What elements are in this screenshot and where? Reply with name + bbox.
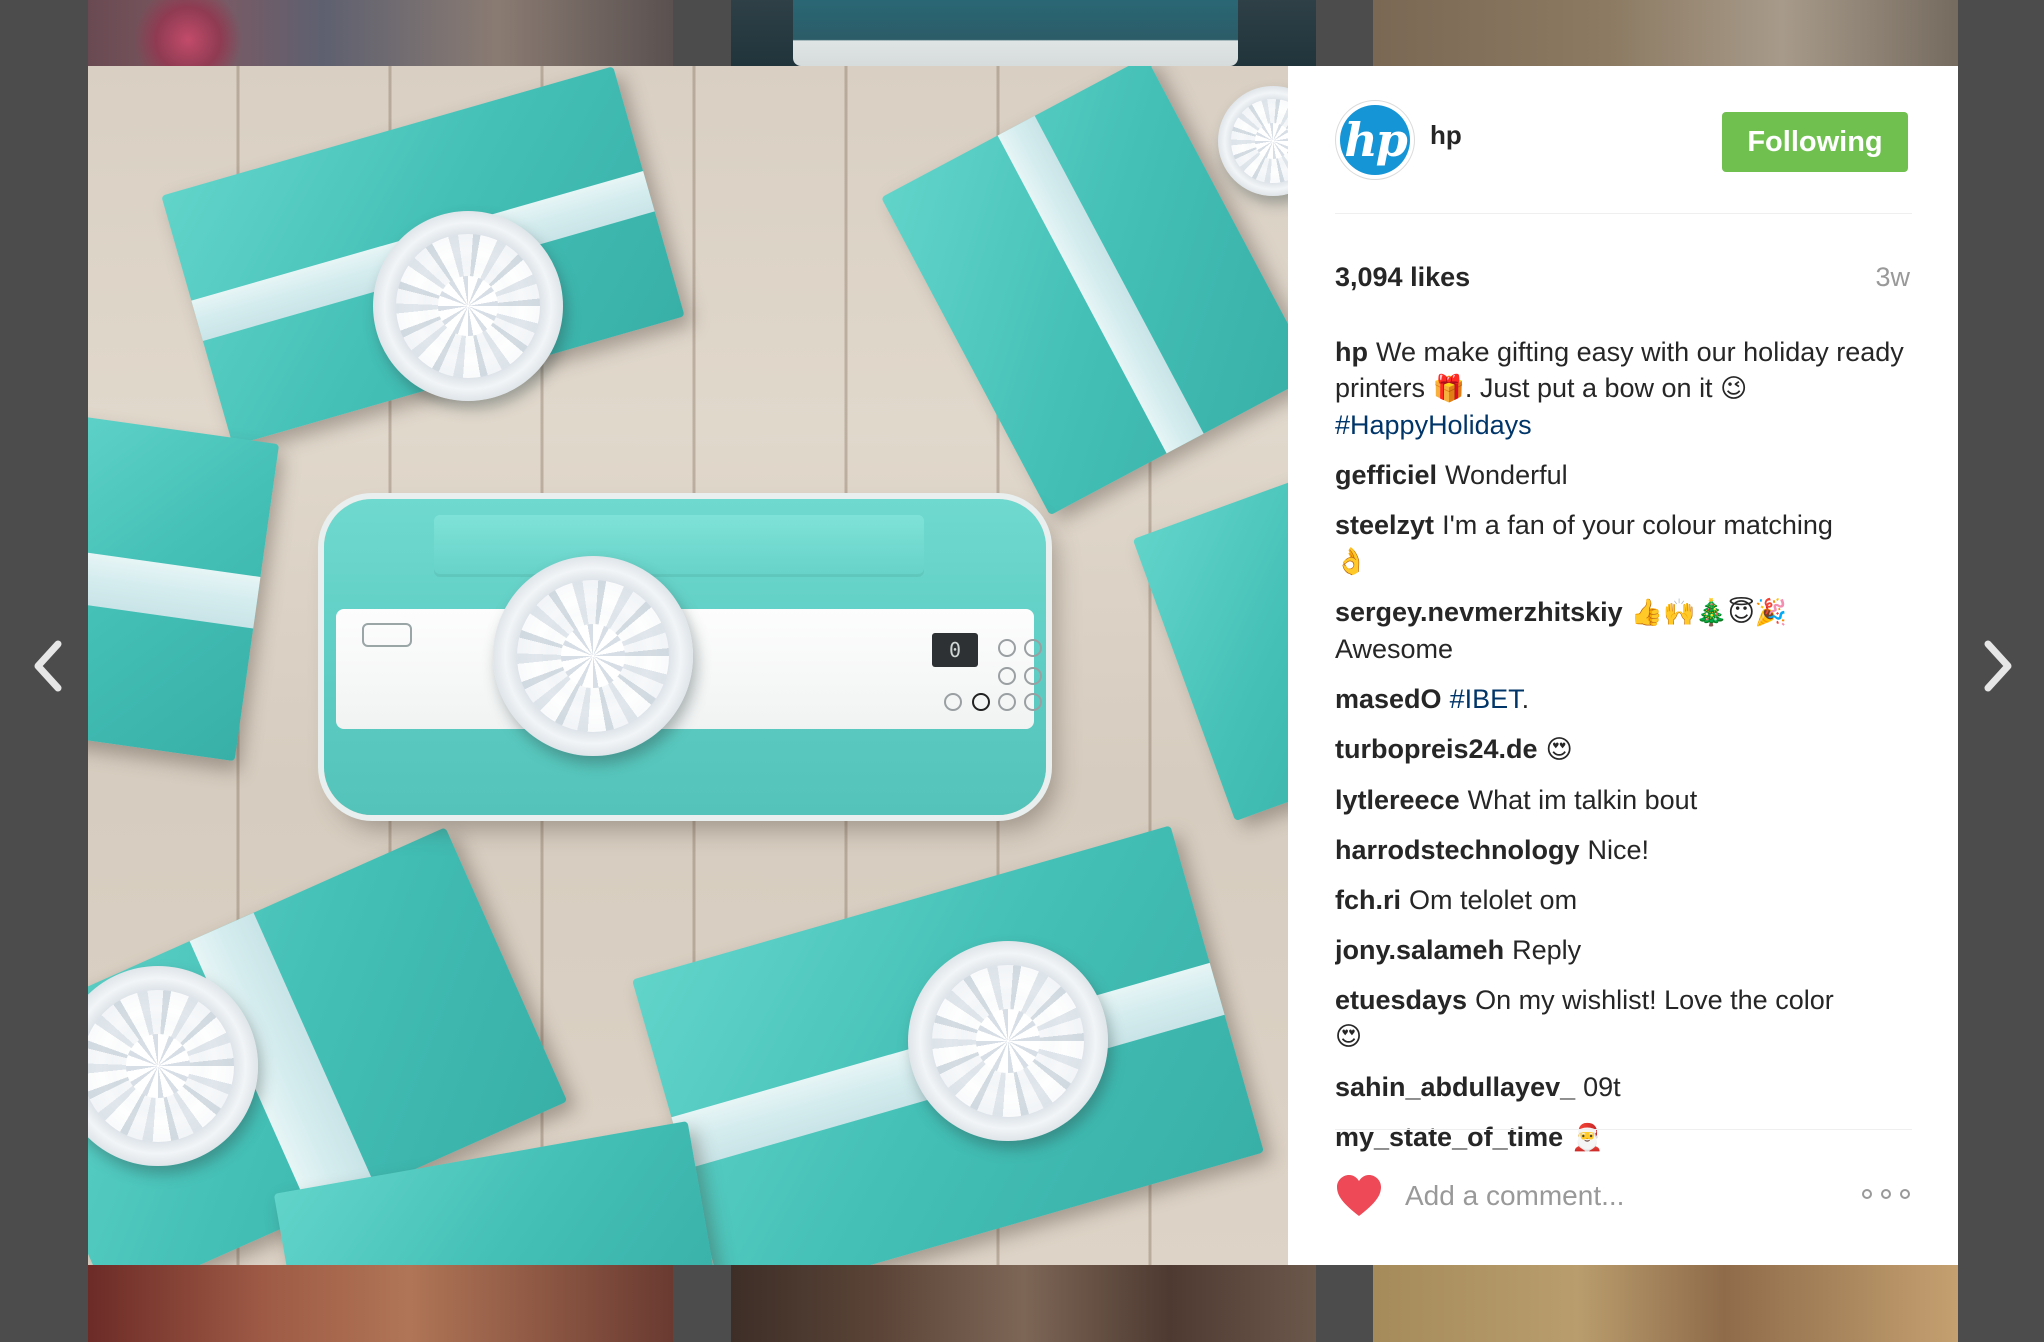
comment-username[interactable]: jony.salameh bbox=[1335, 935, 1504, 965]
post-sidebar: hp hp Following 3,094 likes 3w hp We make… bbox=[1288, 66, 1958, 1265]
comment: etuesdays On my wishlist! Love the color … bbox=[1335, 982, 1915, 1055]
like-button[interactable] bbox=[1335, 1174, 1383, 1218]
post-modal: 0 hp hp Following 3,094 likes 3w hp We m… bbox=[88, 66, 1958, 1265]
caption: hp We make gifting easy with our holiday … bbox=[1335, 334, 1915, 443]
post-photo[interactable]: 0 bbox=[88, 66, 1288, 1265]
emoji: 👌 bbox=[1335, 547, 1368, 577]
comment-username[interactable]: fch.ri bbox=[1335, 885, 1401, 915]
following-button[interactable]: Following bbox=[1722, 112, 1908, 172]
comment: gefficiel Wonderful bbox=[1335, 457, 1915, 493]
comment-username[interactable]: sergey.nevmerzhitskiy bbox=[1335, 597, 1623, 627]
hashtag-link[interactable]: #HappyHolidays bbox=[1335, 410, 1532, 440]
avatar[interactable]: hp bbox=[1335, 100, 1415, 180]
comment: lytlereece What im talkin bout bbox=[1335, 782, 1915, 818]
comment-username[interactable]: turbopreis24.de bbox=[1335, 734, 1538, 764]
comment-list[interactable]: hp We make gifting easy with our holiday … bbox=[1335, 334, 1915, 1204]
comment-username[interactable]: hp bbox=[1335, 337, 1368, 367]
comment-text: . bbox=[1521, 684, 1530, 714]
emoji: 😉 bbox=[1720, 374, 1748, 404]
comment-text: I'm a fan of your colour matching bbox=[1442, 510, 1833, 540]
hashtag-link[interactable]: #IBET bbox=[1450, 684, 1522, 714]
comment-text: What im talkin bout bbox=[1467, 785, 1698, 815]
printer-display: 0 bbox=[932, 633, 978, 667]
previous-post-button[interactable] bbox=[28, 638, 68, 694]
comment-username[interactable]: lytlereece bbox=[1335, 785, 1460, 815]
emoji: 😍 bbox=[1545, 735, 1573, 765]
comment: turbopreis24.de 😍 bbox=[1335, 731, 1915, 768]
chevron-right-icon bbox=[1984, 640, 2012, 692]
background-thumbnail[interactable] bbox=[731, 0, 1316, 66]
chevron-left-icon bbox=[34, 640, 62, 692]
comment: jony.salameh Reply bbox=[1335, 932, 1915, 968]
background-thumbnail[interactable] bbox=[1373, 0, 1958, 66]
gift-box bbox=[1132, 470, 1288, 822]
comment: masedO #IBET. bbox=[1335, 681, 1915, 717]
comment-username[interactable]: gefficiel bbox=[1335, 460, 1437, 490]
background-thumbnail[interactable] bbox=[88, 0, 673, 66]
comment-username[interactable]: masedO bbox=[1335, 684, 1442, 714]
gift-bow bbox=[493, 556, 693, 756]
gift-box bbox=[88, 410, 280, 762]
avatar-logo: hp bbox=[1344, 113, 1408, 167]
emoji: 🎁 bbox=[1432, 374, 1465, 404]
more-options-icon bbox=[1862, 1189, 1872, 1199]
background-thumbnail[interactable] bbox=[88, 1265, 673, 1342]
comment: sahin_abdullayev_ 09t bbox=[1335, 1069, 1915, 1105]
post-footer bbox=[1335, 1129, 1912, 1266]
background-thumbnail[interactable] bbox=[731, 1265, 1316, 1342]
emoji: 👍🙌🎄😇🎉 bbox=[1630, 598, 1788, 628]
comment-username[interactable]: etuesdays bbox=[1335, 985, 1467, 1015]
gift-bow bbox=[373, 211, 563, 401]
heart-icon bbox=[1337, 1175, 1381, 1216]
comment-input[interactable] bbox=[1405, 1176, 1835, 1216]
emoji: 😍 bbox=[1335, 1022, 1363, 1052]
comment-text: Wonderful bbox=[1445, 460, 1568, 490]
comment-text: 09t bbox=[1583, 1072, 1621, 1102]
comment-text: Nice! bbox=[1587, 835, 1650, 865]
gift-bow bbox=[908, 941, 1108, 1141]
comment-text: Awesome bbox=[1335, 634, 1454, 664]
comment-username[interactable]: sahin_abdullayev_ bbox=[1335, 1072, 1575, 1102]
comment-username[interactable]: steelzyt bbox=[1335, 510, 1434, 540]
post-age[interactable]: 3w bbox=[1875, 262, 1910, 293]
comment-username[interactable]: harrodstechnology bbox=[1335, 835, 1580, 865]
comment-text: Om telolet om bbox=[1409, 885, 1578, 915]
more-options-button[interactable] bbox=[1862, 1180, 1912, 1210]
comment: steelzyt I'm a fan of your colour matchin… bbox=[1335, 507, 1915, 580]
comment: sergey.nevmerzhitskiy 👍🙌🎄😇🎉 Awesome bbox=[1335, 594, 1915, 667]
gift-bow bbox=[1218, 86, 1288, 196]
next-post-button[interactable] bbox=[1978, 638, 2018, 694]
username-link[interactable]: hp bbox=[1430, 120, 1462, 151]
likes-count[interactable]: 3,094 likes bbox=[1335, 262, 1470, 293]
background-thumbnail[interactable] bbox=[1373, 1265, 1958, 1342]
comment-text: Reply bbox=[1512, 935, 1582, 965]
comment-text: On my wishlist! Love the color bbox=[1475, 985, 1834, 1015]
caption-text: . Just put a bow on it bbox=[1464, 373, 1713, 403]
post-header: hp hp Following bbox=[1335, 100, 1912, 214]
comment: harrodstechnology Nice! bbox=[1335, 832, 1915, 868]
comment: fch.ri Om telolet om bbox=[1335, 882, 1915, 918]
